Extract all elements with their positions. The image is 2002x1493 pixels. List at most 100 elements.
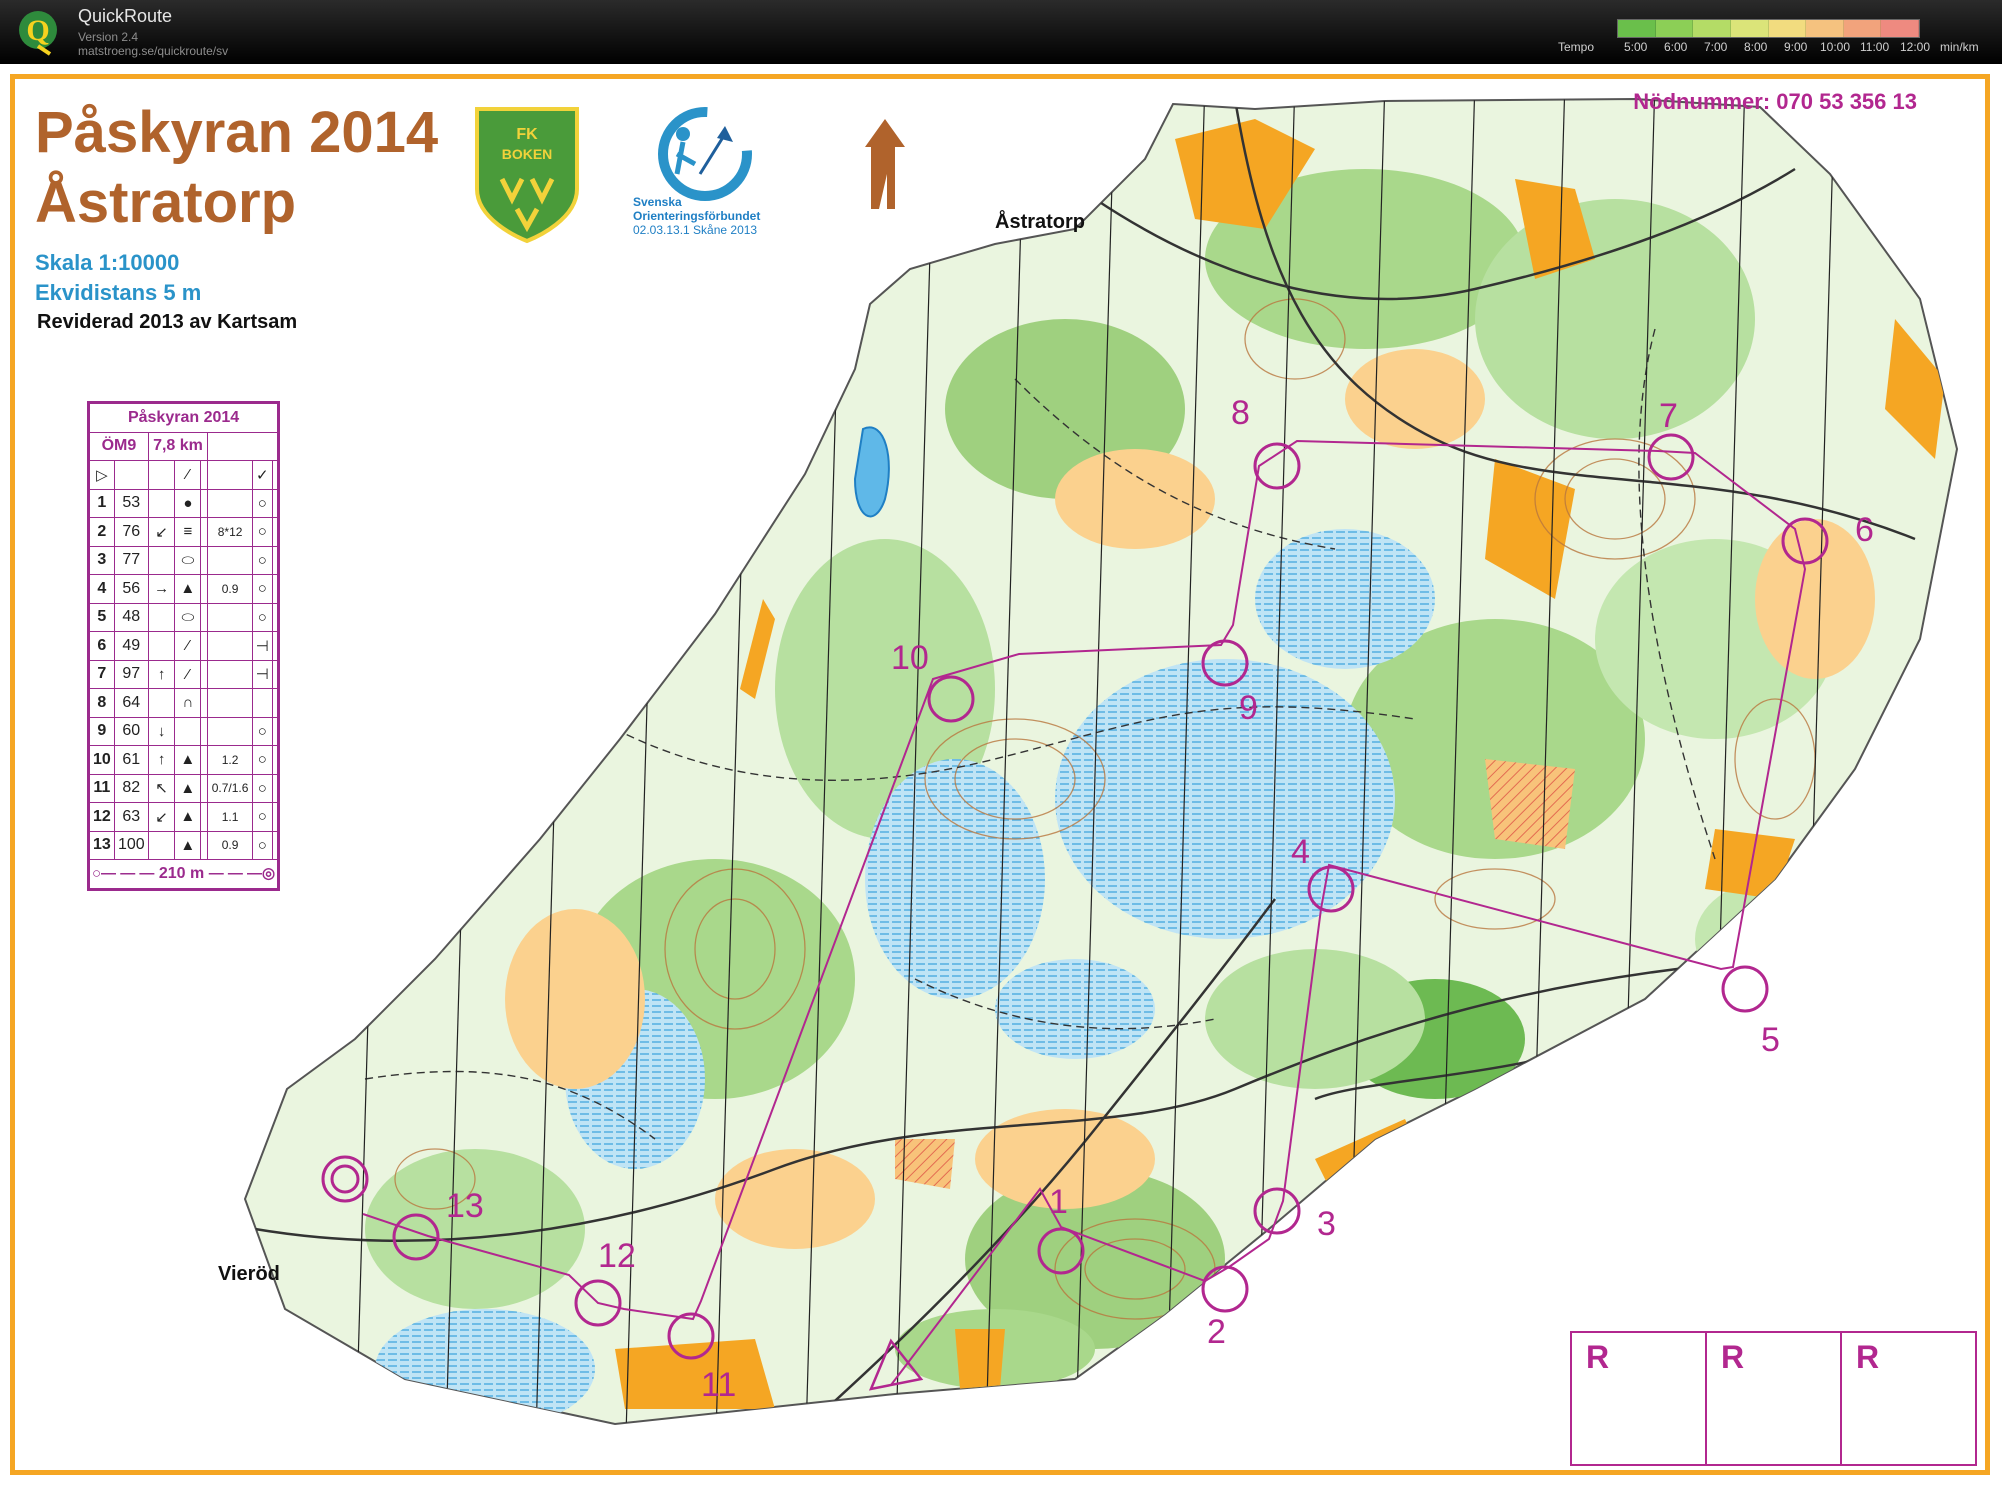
description-class: ÖM9	[88, 431, 149, 461]
description-length: 7,8 km	[147, 431, 209, 461]
direction-symbol: ↖	[147, 773, 176, 803]
description-row: 4 56 → ▲ 0.9 ○	[88, 574, 280, 604]
dimension	[207, 631, 254, 661]
location-symbol: ⊣	[252, 659, 273, 689]
location-symbol: ⊣	[252, 631, 273, 661]
tempo-tick: 6:00	[1664, 40, 1688, 54]
control-number: 13	[88, 830, 115, 860]
dimension	[207, 602, 254, 632]
tempo-segment	[1768, 20, 1807, 37]
direction-symbol: ↙	[147, 802, 176, 832]
control-number-label: 2	[1207, 1313, 1226, 1351]
location-symbol: ○	[252, 716, 273, 746]
area-title: Åstratorp	[35, 170, 297, 235]
other-info	[271, 517, 280, 547]
control-number-label: 4	[1291, 833, 1310, 871]
control-number-label: 8	[1231, 394, 1250, 432]
federation-logo	[658, 107, 752, 201]
dimension: 1.2	[207, 745, 254, 775]
location-symbol: ○	[252, 517, 273, 547]
app-url[interactable]: matstroeng.se/quickroute/sv	[78, 44, 228, 58]
other-info	[271, 631, 280, 661]
feature-detail	[200, 602, 209, 632]
feature-symbol: ⁄	[174, 631, 202, 661]
control-code: 76	[113, 517, 149, 547]
description-row: 9 60 ↓ ○	[88, 716, 280, 746]
direction-symbol: ↑	[147, 745, 176, 775]
place-label: Vieröd	[218, 1263, 280, 1285]
control-number: 6	[88, 631, 115, 661]
control-number: 8	[88, 688, 115, 718]
control-description-sheet: Påskyran 2014 ÖM9 7,8 km ▷ ⁄ ✓ 1 53 ● ○ 2 76 ↙ ≡…	[87, 401, 281, 891]
control-number: 2	[88, 517, 115, 547]
description-title: Påskyran 2014	[87, 402, 280, 433]
federation-text: Orienteringsförbundet	[633, 209, 761, 223]
direction-symbol	[147, 488, 176, 518]
quickroute-logo-icon: Q	[19, 11, 57, 56]
feature-symbol: ⬭	[174, 602, 202, 632]
other-info	[271, 688, 280, 718]
tempo-segment	[1806, 20, 1844, 37]
feature-detail	[200, 545, 209, 575]
tempo-unit: min/km	[1940, 40, 1979, 54]
other-info	[271, 545, 280, 575]
feature-symbol: ▲	[174, 773, 202, 803]
description-row: 11 82 ↖ ▲ 0.7/1.6 ○	[88, 773, 280, 803]
feature-symbol: ∩	[174, 688, 202, 718]
control-number: 5	[88, 602, 115, 632]
punch-box: R	[1570, 1331, 1707, 1466]
direction-symbol	[147, 545, 176, 575]
svg-text:BOKEN: BOKEN	[502, 146, 553, 162]
dimension	[207, 659, 254, 689]
other-info	[271, 488, 280, 518]
control-code: 82	[113, 773, 149, 803]
feature-symbol: ▲	[174, 745, 202, 775]
control-number: 11	[88, 773, 115, 803]
location-symbol: ○	[252, 488, 273, 518]
control-code: 56	[113, 574, 149, 604]
club-shield-logo: FK BOKEN	[475, 107, 579, 244]
start-icon: ▷	[88, 460, 115, 490]
control-number: 3	[88, 545, 115, 575]
dimension: 8*12	[207, 517, 254, 547]
feature-symbol: ▲	[174, 830, 202, 860]
emergency-number: Nödnummer: 070 53 356 13	[1633, 89, 1917, 114]
dimension: 1.1	[207, 802, 254, 832]
tempo-tick: 9:00	[1784, 40, 1808, 54]
orienteering-map[interactable]: 1 2 3 4 5 6 7 8 9 10 11 12 13 FK BOKEN Påskyran 2014…	[10, 74, 1990, 1475]
punch-boxes: R R R	[1570, 1331, 1977, 1466]
other-info	[271, 773, 280, 803]
tempo-tick: 11:00	[1860, 40, 1890, 54]
feature-detail	[200, 659, 209, 689]
federation-text: Svenska	[633, 195, 682, 209]
other-info	[271, 716, 280, 746]
control-code: 49	[113, 631, 149, 661]
tempo-tick: 12:00	[1900, 40, 1931, 54]
dimension	[207, 688, 254, 718]
punch-box: R	[1840, 1331, 1977, 1466]
control-number-label: 13	[446, 1187, 484, 1225]
map-canvas[interactable]: 12345678910111213 FK BOKEN	[15, 79, 1985, 1470]
event-title: Påskyran 2014	[35, 100, 439, 165]
control-number-label: 1	[1049, 1183, 1068, 1221]
control-number: 9	[88, 716, 115, 746]
control-number-label: 6	[1855, 511, 1874, 549]
description-row: 5 48 ⬭ ○	[88, 602, 280, 632]
feature-symbol: ⬭	[174, 545, 202, 575]
tempo-ticks: 5:00 6:00 7:00 8:00 9:00 10:00 11:00 12:…	[1612, 40, 1992, 56]
other-info	[271, 802, 280, 832]
control-number-label: 11	[701, 1366, 736, 1404]
description-row: 2 76 ↙ ≡ 8*12 ○	[88, 517, 280, 547]
federation-text: 02.03.13.1 Skåne 2013	[633, 223, 758, 237]
svg-text:Q: Q	[26, 14, 49, 47]
map-equidistance: Ekvidistans 5 m	[35, 280, 202, 305]
tempo-label: Tempo	[1558, 40, 1595, 54]
tempo-segment	[1655, 20, 1694, 37]
feature-detail	[200, 830, 209, 860]
description-row: 7 97 ↑ ⁄ ⊣	[88, 659, 280, 689]
feature-detail	[200, 802, 209, 832]
dimension	[207, 488, 254, 518]
app-titlebar: Q QuickRoute Version 2.4 matstroeng.se/q…	[0, 0, 2002, 64]
location-symbol: ○	[252, 602, 273, 632]
control-number: 7	[88, 659, 115, 689]
